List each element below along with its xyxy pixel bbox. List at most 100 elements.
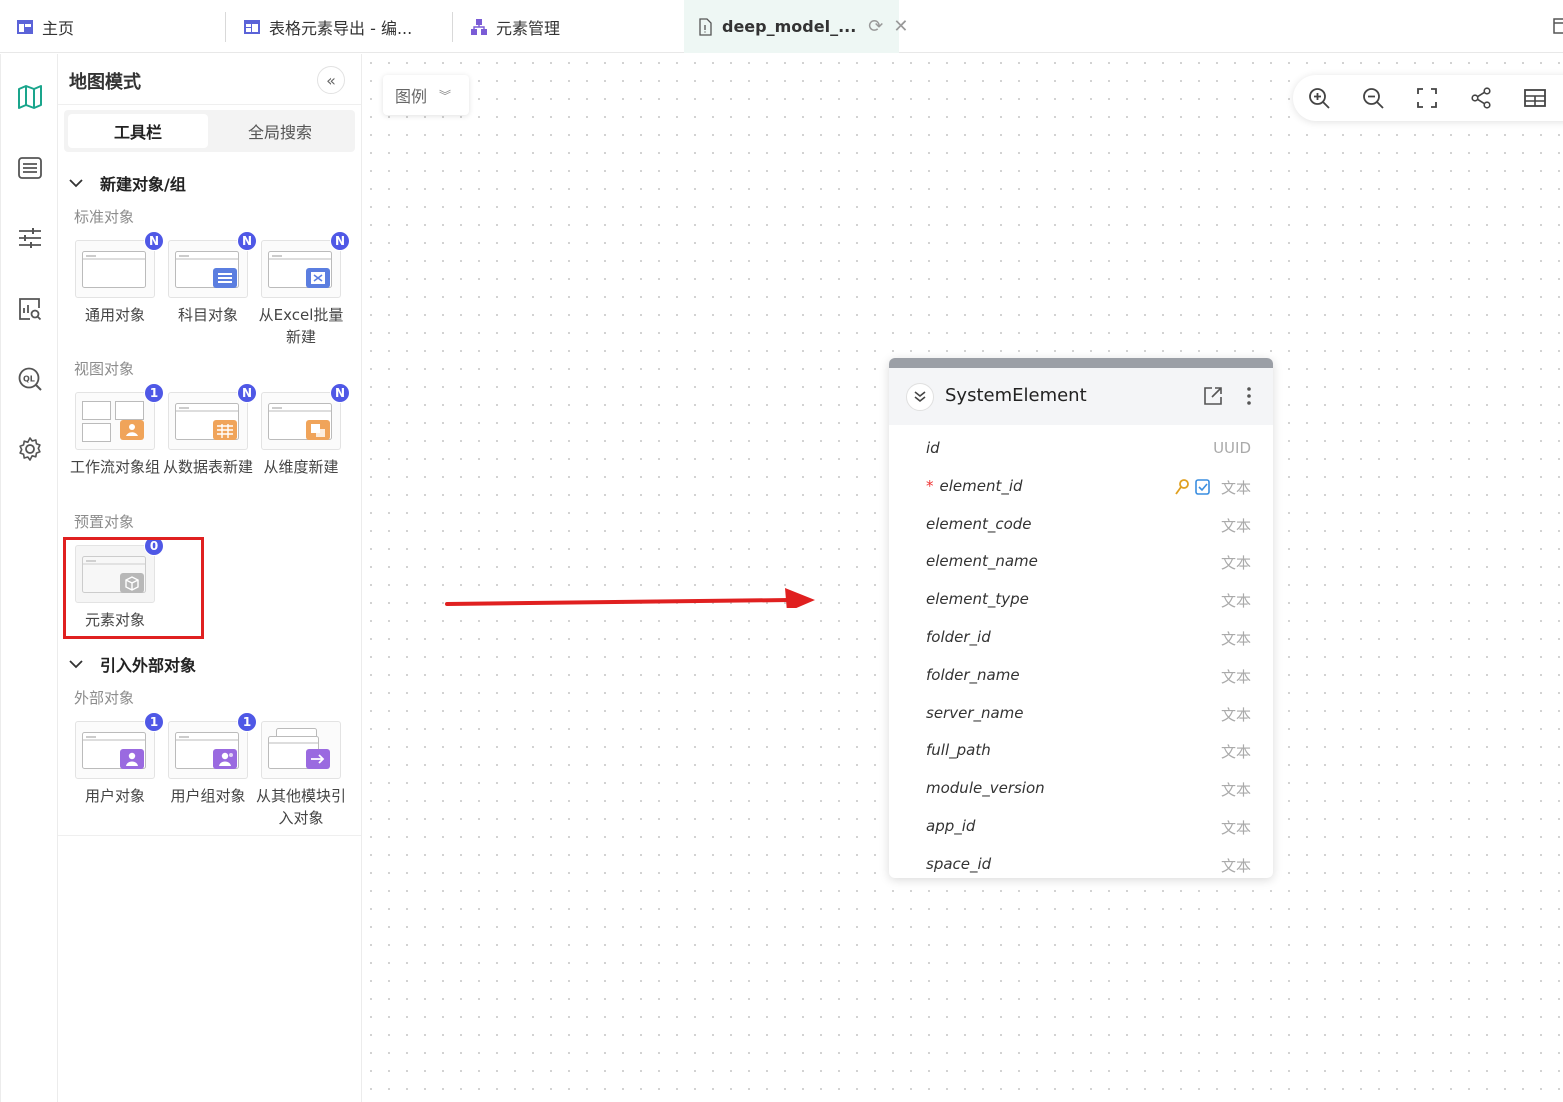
hierarchy-icon — [471, 18, 487, 35]
excel-icon — [268, 251, 332, 288]
tile-thumbnail: 1 — [75, 383, 164, 450]
report-search-icon[interactable] — [17, 296, 43, 322]
tab-table-export[interactable]: 表格元素导出 - 编... — [243, 0, 412, 53]
share-icon[interactable] — [1469, 86, 1493, 110]
tab-bar: 主页 表格元素导出 - 编... 元素管理 deep_model_... ⟳ ✕ — [0, 0, 1563, 53]
tile-user-object[interactable]: 1 用户对象 — [74, 712, 164, 807]
zoom-out-icon[interactable] — [1361, 86, 1385, 110]
entity-card[interactable]: SystemElement id UUID * element_id 文本 element… — [889, 358, 1273, 878]
badge: 1 — [144, 383, 164, 403]
chevron-down-icon — [69, 660, 83, 669]
left-rail: QL — [0, 54, 58, 1102]
sliders-icon[interactable] — [17, 225, 43, 251]
tile-excel-batch[interactable]: N 从Excel批量新建 — [259, 231, 350, 348]
field-name: id — [926, 439, 940, 457]
entity-field-row[interactable]: server_name 文本 — [889, 695, 1273, 733]
field-type: 文本 — [1220, 592, 1251, 611]
tab-toolbar[interactable]: 工具栏 — [68, 114, 208, 148]
list-icon[interactable] — [17, 155, 43, 181]
entity-field-row[interactable]: element_type 文本 — [889, 581, 1273, 619]
tab-label: 主页 — [42, 18, 75, 38]
tile-thumbnail: 1 — [168, 712, 257, 779]
entity-field-row[interactable]: full_path 文本 — [889, 732, 1273, 770]
map-canvas[interactable]: 图例 ︾ SystemElement id UUID * element_id 文本 el… — [362, 54, 1563, 1102]
group-label-standard: 标准对象 — [74, 208, 135, 226]
field-name-text: element_code — [926, 514, 1032, 533]
tile-caption: 用户对象 — [84, 787, 145, 805]
entity-field-row[interactable]: app_id 文本 — [889, 808, 1273, 846]
highlight-annotation — [63, 537, 204, 639]
tile-caption: 从Excel批量新建 — [258, 306, 344, 346]
tile-from-dimension[interactable]: N 从维度新建 — [260, 383, 350, 478]
tile-user-group-object[interactable]: 1 用户组对象 — [167, 712, 257, 807]
zoom-in-icon[interactable] — [1307, 86, 1331, 110]
tile-from-table[interactable]: N 从数据表新建 — [163, 383, 257, 478]
entity-field-row[interactable]: id UUID — [889, 430, 1273, 468]
field-type: 文本 — [1220, 667, 1251, 686]
grid-table-icon — [175, 403, 239, 440]
tab-label: 表格元素导出 - 编... — [269, 18, 413, 38]
calendar-icon[interactable] — [1553, 16, 1563, 36]
section-import-external[interactable]: 引入外部对象 — [68, 652, 196, 676]
field-name-text: server_name — [926, 703, 1024, 722]
double-chevron-down-icon: ︾ — [439, 88, 452, 103]
annotation-arrow — [445, 588, 815, 608]
field-name: module_version — [926, 779, 1045, 797]
tile-thumbnail: N — [75, 231, 164, 298]
badge: 1 — [144, 712, 164, 732]
group-label-external: 外部对象 — [74, 689, 135, 707]
gear-icon[interactable] — [17, 436, 43, 462]
section-title: 引入外部对象 — [100, 656, 197, 675]
tile-import-from-module[interactable]: 从其他模块引入对象 — [256, 721, 346, 829]
expand-toggle-button[interactable] — [906, 383, 934, 411]
entity-name: SystemElement — [945, 385, 1087, 406]
map-icon[interactable] — [17, 84, 43, 110]
dashboard-icon — [17, 19, 33, 34]
tab-element-management[interactable]: 元素管理 — [470, 0, 560, 53]
field-type: 文本 — [1220, 554, 1251, 573]
entity-field-row[interactable]: element_code 文本 — [889, 506, 1273, 544]
entity-field-row[interactable]: element_name 文本 — [889, 543, 1273, 581]
layout-icon[interactable] — [1523, 86, 1547, 110]
tab-global-search[interactable]: 全局搜索 — [210, 114, 350, 148]
field-name-text: element_name — [926, 552, 1038, 571]
field-name-text: id — [926, 439, 940, 457]
field-type: UUID — [1213, 439, 1251, 457]
refresh-icon[interactable]: ⟳ — [868, 16, 883, 37]
tile-caption: 用户组对象 — [170, 787, 246, 805]
field-name: space_id — [926, 855, 991, 873]
tab-deep-model[interactable]: deep_model_... ⟳ ✕ — [684, 0, 908, 53]
field-name: full_path — [926, 741, 991, 759]
entity-field-row[interactable]: space_id 文本 — [889, 846, 1273, 878]
open-external-icon[interactable] — [1203, 386, 1223, 406]
field-type: 文本 — [1220, 743, 1251, 762]
dimension-icon — [268, 403, 332, 440]
entity-field-row[interactable]: * element_id 文本 — [889, 468, 1273, 506]
more-vertical-icon[interactable] — [1239, 384, 1259, 408]
list-doc-icon — [175, 251, 239, 288]
entity-field-row[interactable]: folder_id 文本 — [889, 619, 1273, 657]
query-icon[interactable]: QL — [17, 366, 43, 392]
field-name-text: space_id — [926, 854, 992, 873]
tile-subject-object[interactable]: N 科目对象 — [167, 231, 257, 326]
legend-button[interactable]: 图例 ︾ — [383, 75, 469, 115]
badge: N — [330, 383, 350, 403]
tile-caption: 从维度新建 — [263, 458, 339, 476]
tile-generic-object[interactable]: N 通用对象 — [74, 231, 164, 326]
entity-field-row[interactable]: module_version 文本 — [889, 770, 1273, 808]
panel-title: 地图模式 — [69, 72, 141, 93]
tab-home[interactable]: 主页 — [16, 0, 74, 53]
collapse-panel-button[interactable]: « — [317, 66, 345, 94]
tile-caption: 工作流对象组 — [69, 458, 160, 476]
entity-field-row[interactable]: folder_name 文本 — [889, 657, 1273, 695]
tile-workflow-group[interactable]: 1 工作流对象组 — [70, 383, 164, 478]
close-icon[interactable]: ✕ — [893, 16, 908, 37]
section-new-object-group[interactable]: 新建对象/组 — [68, 171, 186, 195]
entity-card-header: SystemElement — [889, 368, 1273, 425]
field-type: 文本 — [1220, 819, 1251, 837]
badge: 1 — [237, 712, 257, 732]
field-type: 文本 — [1220, 705, 1251, 724]
field-name-text: full_path — [926, 741, 991, 760]
group-label-view: 视图对象 — [74, 360, 135, 378]
fit-screen-icon[interactable] — [1415, 86, 1439, 110]
